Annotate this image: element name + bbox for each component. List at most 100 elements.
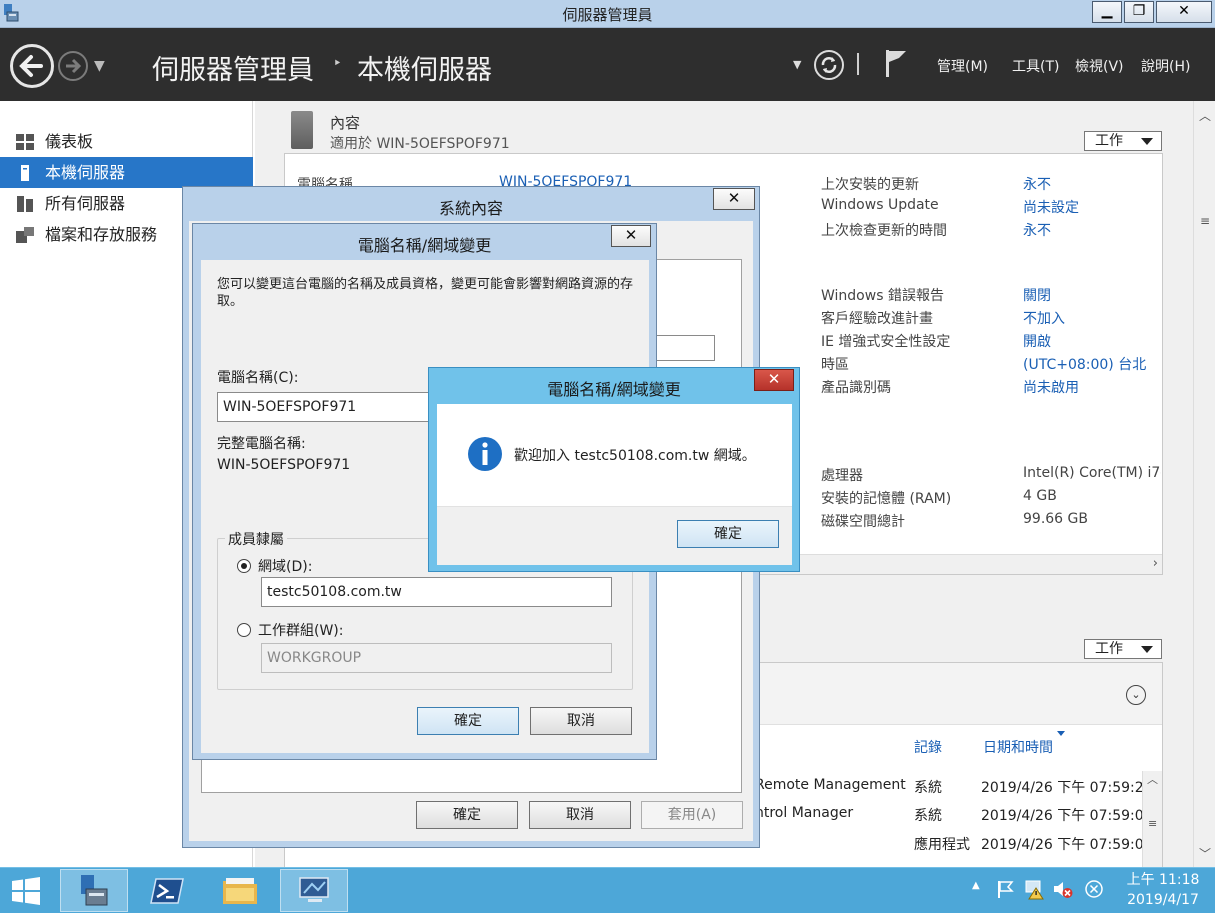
- header-dropdown-icon[interactable]: ▼: [793, 58, 801, 71]
- prop-value-link[interactable]: 關閉: [1023, 285, 1051, 305]
- taskbar-clock[interactable]: 上午 11:18 2019/4/17: [1123, 870, 1203, 910]
- domain-label: 網域(D):: [258, 559, 313, 575]
- system-properties-cancel-button[interactable]: 取消: [529, 801, 631, 829]
- arrow-right-icon: [66, 58, 82, 74]
- prop-value-link[interactable]: 永不: [1023, 174, 1051, 194]
- forward-button[interactable]: [58, 51, 88, 81]
- scroll-up-icon[interactable]: ︿: [1199, 107, 1211, 124]
- taskbar-server-manager[interactable]: [60, 869, 128, 912]
- welcome-close-button[interactable]: ✕: [754, 369, 794, 391]
- caret-down-icon: [1141, 138, 1153, 145]
- notification-close-icon[interactable]: [1084, 879, 1104, 899]
- prop-value-link[interactable]: (UTC+08:00) 台北: [1023, 354, 1146, 374]
- event-datetime: 2019/4/26 下午 07:59:06: [981, 837, 1153, 853]
- taskbar-powershell[interactable]: [133, 869, 201, 912]
- sidebar-item-label: 本機伺服器: [45, 163, 126, 182]
- system-properties-close-button[interactable]: ✕: [713, 188, 755, 210]
- scroll-grip-icon[interactable]: ≡: [1148, 817, 1157, 830]
- welcome-message: 歡迎加入 testc50108.com.tw 網域。: [514, 448, 756, 464]
- scroll-grip-icon[interactable]: ≡: [1200, 214, 1210, 228]
- menu-view[interactable]: 檢視(V): [1075, 56, 1124, 76]
- tasks-label: 工作: [1095, 641, 1123, 657]
- properties-tasks-button[interactable]: 工作: [1084, 131, 1162, 151]
- system-properties-ok-button[interactable]: 確定: [416, 801, 518, 829]
- computer-name-label: 電腦名稱(C):: [217, 370, 299, 386]
- caret-down-icon: [1141, 646, 1153, 653]
- welcome-ok-button[interactable]: 確定: [677, 520, 779, 548]
- prop-value-link[interactable]: 尚未啟用: [1023, 377, 1079, 397]
- prop-value-link[interactable]: 不加入: [1023, 308, 1065, 328]
- scroll-down-icon[interactable]: ﹀: [1199, 845, 1211, 862]
- refresh-button[interactable]: [814, 50, 844, 80]
- storage-icon: [16, 227, 34, 243]
- taskbar: ▲ 上午 11:18 2019/4/17: [0, 867, 1215, 913]
- prop-label: IE 增強式安全性設定: [821, 334, 951, 350]
- volume-muted-icon[interactable]: [1052, 878, 1074, 900]
- name-change-description: 您可以變更這台電腦的名稱及成員資格，變更可能會影響對網路資源的存取。: [217, 277, 634, 309]
- menu-help[interactable]: 說明(H): [1141, 56, 1190, 76]
- domain-input[interactable]: testc50108.com.tw: [261, 577, 612, 607]
- computer-name-input[interactable]: WIN-5OEFSPOF971: [217, 392, 447, 422]
- full-name-label: 完整電腦名稱:: [217, 436, 306, 452]
- breadcrumb-separator-icon: ‣: [333, 54, 342, 72]
- server-tower-icon: [291, 111, 313, 149]
- scroll-up-icon[interactable]: ︿: [1147, 771, 1158, 787]
- notifications-flag-icon[interactable]: [884, 48, 908, 78]
- prop-value: 99.66 GB: [1023, 511, 1088, 527]
- prop-label: Windows Update: [821, 197, 939, 213]
- column-header-log[interactable]: 記錄: [914, 737, 942, 757]
- close-window-button[interactable]: ✕: [1156, 1, 1212, 23]
- menu-tools[interactable]: 工具(T): [1012, 56, 1059, 76]
- event-source: ntrol Manager: [755, 805, 854, 821]
- properties-title: 內容: [330, 114, 361, 132]
- name-change-close-button[interactable]: ✕: [611, 225, 651, 247]
- servers-icon: [17, 196, 33, 212]
- welcome-dialog: 電腦名稱/網域變更 ✕ 歡迎加入 testc50108.com.tw 網域。 確…: [428, 367, 800, 572]
- name-change-ok-button[interactable]: 確定: [417, 707, 519, 735]
- sidebar-item-local-server[interactable]: 本機伺服器: [0, 157, 253, 188]
- history-dropdown-icon[interactable]: ▼: [94, 58, 105, 74]
- prop-label: 安裝的記憶體 (RAM): [821, 491, 952, 507]
- prop-value: 4 GB: [1023, 488, 1057, 504]
- column-header-datetime[interactable]: 日期和時間: [983, 737, 1053, 757]
- prop-label: 客戶經驗改進計畫: [821, 311, 933, 327]
- network-warning-icon[interactable]: [1024, 878, 1046, 900]
- prop-value-link[interactable]: 開啟: [1023, 331, 1051, 351]
- window-title: 伺服器管理員: [562, 6, 653, 24]
- sidebar-item-dashboard[interactable]: 儀表板: [0, 126, 253, 157]
- clock-time: 上午 11:18: [1126, 872, 1200, 888]
- domain-radio[interactable]: [237, 559, 251, 573]
- scroll-right-icon[interactable]: ›: [1153, 556, 1158, 571]
- name-change-cancel-button[interactable]: 取消: [530, 707, 632, 735]
- system-properties-apply-button[interactable]: 套用(A): [641, 801, 743, 829]
- menu-manage[interactable]: 管理(M): [937, 56, 988, 76]
- tasks-label: 工作: [1095, 133, 1123, 149]
- prop-value-link[interactable]: 尚未設定: [1023, 197, 1079, 217]
- header-divider: [857, 53, 859, 75]
- start-button[interactable]: [0, 869, 52, 912]
- action-center-flag-icon[interactable]: [996, 879, 1014, 899]
- main-vscrollbar[interactable]: ︿ ≡ ﹀: [1193, 101, 1215, 867]
- tray-expand-icon[interactable]: ▲: [972, 880, 980, 891]
- taskbar-system-properties[interactable]: [280, 869, 348, 912]
- workgroup-input[interactable]: WORKGROUP: [261, 643, 612, 673]
- back-button[interactable]: [10, 44, 54, 88]
- workgroup-radio[interactable]: [237, 623, 251, 637]
- events-vscrollbar[interactable]: ︿ ≡: [1142, 771, 1162, 868]
- event-datetime: 2019/4/26 下午 07:59:06: [981, 808, 1153, 824]
- event-log: 應用程式: [914, 837, 970, 853]
- breadcrumb-root[interactable]: 伺服器管理員: [152, 48, 314, 87]
- prop-label: 產品識別碼: [821, 380, 891, 396]
- sort-indicator-icon: [1057, 731, 1065, 736]
- prop-value-link[interactable]: 永不: [1023, 220, 1051, 240]
- taskbar-file-explorer[interactable]: [206, 869, 274, 912]
- restore-button[interactable]: ❐: [1124, 1, 1154, 23]
- member-of-label: 成員隸屬: [225, 529, 287, 549]
- expand-chevron-icon[interactable]: ⌄: [1126, 685, 1146, 705]
- event-log: 系統: [914, 780, 942, 796]
- welcome-title: 電腦名稱/網域變更: [547, 380, 681, 399]
- minimize-button[interactable]: ▁: [1092, 1, 1122, 23]
- events-tasks-button[interactable]: 工作: [1084, 639, 1162, 659]
- welcome-body: 歡迎加入 testc50108.com.tw 網域。 確定: [437, 404, 792, 565]
- prop-label: 上次安裝的更新: [821, 177, 919, 193]
